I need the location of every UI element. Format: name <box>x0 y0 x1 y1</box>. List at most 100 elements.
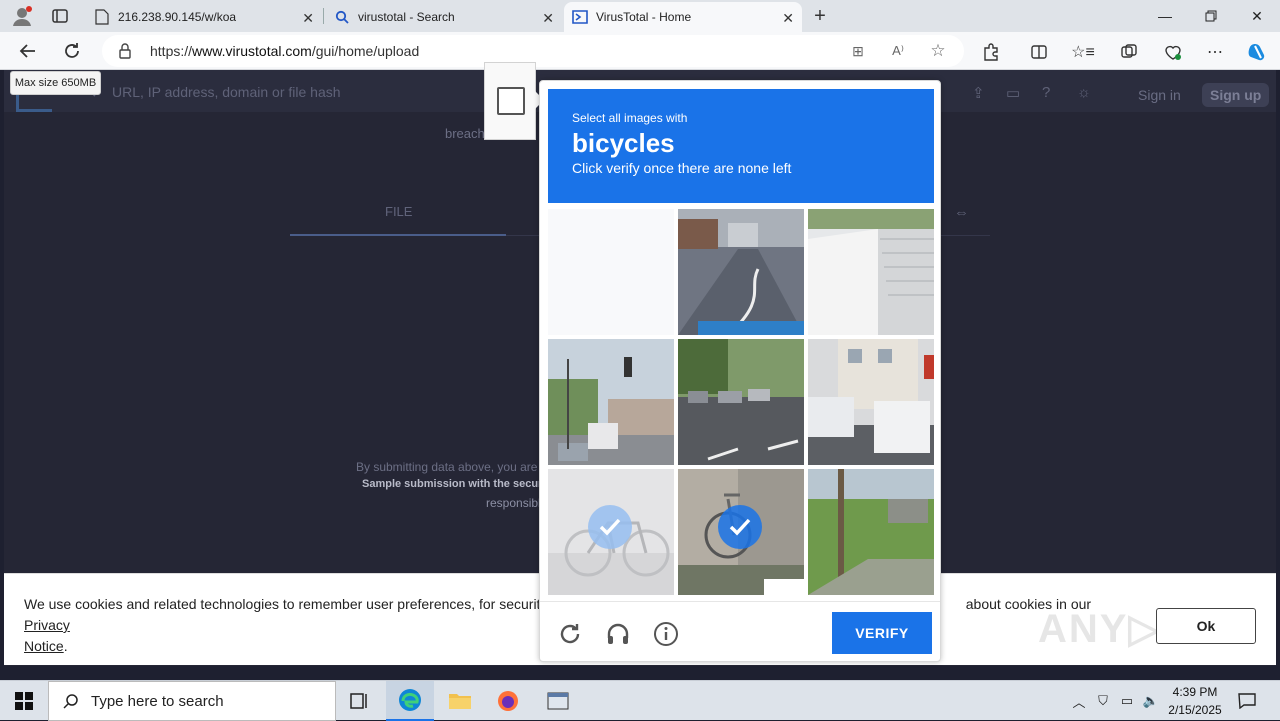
captcha-image-grid <box>548 209 934 595</box>
vt-search-input[interactable]: URL, IP address, domain or file hash <box>64 78 544 106</box>
search-tab-icon[interactable]: ⇔ <box>954 204 969 221</box>
apps-icon[interactable]: ⊞ <box>848 41 868 61</box>
extensions-icon[interactable] <box>980 41 1002 63</box>
more-menu-icon[interactable]: ⋯ <box>1204 41 1226 63</box>
close-window-icon[interactable]: ✕ <box>1234 0 1280 32</box>
captcha-tile[interactable] <box>548 339 674 465</box>
theme-icon[interactable]: ☼ <box>1077 84 1091 101</box>
close-tab-icon[interactable]: ✕ <box>782 10 794 27</box>
browser-essentials-icon[interactable] <box>1162 41 1184 63</box>
captcha-tile[interactable] <box>548 209 674 335</box>
clock[interactable]: 4:39 PM 2/15/2025 <box>1160 683 1230 719</box>
sign-in-link[interactable]: Sign in <box>1138 87 1181 103</box>
selected-check-icon <box>588 505 632 549</box>
max-size-tooltip: Max size 650MB <box>10 71 101 95</box>
network-icon[interactable]: ▭ <box>1118 692 1136 710</box>
lock-icon[interactable] <box>118 43 138 59</box>
selected-check-icon <box>718 505 762 549</box>
tab-file[interactable]: FILE <box>385 204 412 219</box>
captcha-tile-selected[interactable] <box>548 469 674 595</box>
captcha-instruction: Select all images with <box>572 111 688 125</box>
search-icon <box>334 9 350 25</box>
defender-icon[interactable]: ⛉ <box>1094 692 1112 710</box>
info-icon[interactable] <box>652 620 680 648</box>
audio-challenge-icon[interactable] <box>604 620 632 648</box>
notice-link[interactable]: Notice <box>24 638 64 654</box>
refresh-icon[interactable] <box>58 37 86 65</box>
profile-icon[interactable] <box>8 2 36 30</box>
cookie-period: . <box>63 638 68 654</box>
start-button[interactable] <box>0 681 48 721</box>
collections-icon[interactable] <box>1118 41 1140 63</box>
tab-actions-icon[interactable] <box>46 2 74 30</box>
verify-button[interactable]: VERIFY <box>832 612 932 654</box>
browser-tabbar: 216.238.90.145/w/koa ✕ virustotal - Sear… <box>0 0 1280 32</box>
upload-icon[interactable]: ⇪ <box>972 84 985 102</box>
restore-icon[interactable] <box>1188 0 1234 32</box>
url-path: /gui/home/upload <box>311 43 420 59</box>
cookie-text-start: We use cookies and related technologies … <box>24 596 566 612</box>
tab-label: VirusTotal - Home <box>596 10 692 24</box>
tab-separator <box>323 8 324 24</box>
split-screen-icon[interactable] <box>1028 41 1050 63</box>
captcha-checkbox-widget <box>484 62 544 140</box>
terms-bold-text: Sample submission with the secur <box>362 478 543 490</box>
url-text: https://www.virustotal.com/gui/home/uplo… <box>150 43 419 59</box>
terms-text: By submitting data above, you are a <box>356 460 548 474</box>
refresh-challenge-icon[interactable] <box>556 620 584 648</box>
task-view-icon[interactable] <box>336 681 384 721</box>
favorites-icon[interactable]: ☆≡ <box>1071 41 1095 63</box>
windows-taskbar: Type here to search ︿ ⛉ ▭ 🔈 4:39 PM 2/15… <box>0 680 1280 721</box>
url-prefix: https:// <box>150 43 193 59</box>
captcha-tile[interactable] <box>808 469 934 595</box>
tab-virustotal-search[interactable]: virustotal - Search ✕ <box>326 2 562 32</box>
captcha-tile[interactable] <box>808 209 934 335</box>
virustotal-icon <box>572 9 588 25</box>
clock-time: 4:39 PM <box>1172 685 1218 699</box>
taskbar-search-input[interactable]: Type here to search <box>48 681 336 721</box>
tab-label: virustotal - Search <box>358 10 455 24</box>
clock-date: 2/15/2025 <box>1168 703 1222 717</box>
captcha-tile[interactable] <box>678 209 804 335</box>
app-window-icon[interactable] <box>534 681 582 721</box>
favorite-star-icon[interactable]: ☆ <box>928 41 948 61</box>
vt-search-placeholder: URL, IP address, domain or file hash <box>112 84 341 100</box>
taskbar-search-placeholder: Type here to search <box>91 692 224 710</box>
back-icon[interactable] <box>14 37 42 65</box>
terms-responsible-text: responsibl <box>486 496 541 510</box>
url-host: www.virustotal.com <box>192 43 312 59</box>
sign-up-button[interactable]: Sign up <box>1202 83 1270 107</box>
file-explorer-icon[interactable] <box>436 681 484 721</box>
notification-center-icon[interactable] <box>1238 692 1256 710</box>
volume-icon[interactable]: 🔈 <box>1142 692 1160 710</box>
tab-virustotal-home[interactable]: VirusTotal - Home ✕ <box>564 2 802 32</box>
captcha-footer-divider <box>540 601 940 602</box>
minimize-icon[interactable]: — <box>1142 0 1188 32</box>
close-tab-icon[interactable]: ✕ <box>542 10 554 27</box>
captcha-subinstruction: Click verify once there are none left <box>572 160 792 176</box>
captcha-challenge: Select all images with bicycles Click ve… <box>539 80 941 662</box>
firefox-icon[interactable] <box>484 681 532 721</box>
active-tab-underline <box>290 234 506 236</box>
cookie-ok-button[interactable]: Ok <box>1156 608 1256 644</box>
help-icon[interactable]: ? <box>1042 84 1050 101</box>
captcha-tile[interactable] <box>678 339 804 465</box>
search-icon <box>63 693 79 709</box>
captcha-tile-selected[interactable] <box>678 469 804 595</box>
tab-label: 216.238.90.145/w/koa <box>118 10 237 24</box>
notifications-icon[interactable]: ▭ <box>1006 84 1020 102</box>
close-tab-icon[interactable]: ✕ <box>302 10 314 27</box>
tab-koa[interactable]: 216.238.90.145/w/koa ✕ <box>86 2 322 32</box>
new-tab-icon[interactable]: + <box>806 2 834 30</box>
captcha-checkbox[interactable] <box>497 87 525 115</box>
show-hidden-icons[interactable]: ︿ <box>1070 692 1088 710</box>
edge-taskbar-icon[interactable] <box>386 681 434 721</box>
breach-text: breach <box>445 126 485 141</box>
page-icon <box>94 9 110 25</box>
address-toolbar: https://www.virustotal.com/gui/home/uplo… <box>0 32 1280 70</box>
read-aloud-icon[interactable]: A⁾ <box>888 41 908 61</box>
captcha-tile[interactable] <box>808 339 934 465</box>
captcha-prompt: Select all images with bicycles Click ve… <box>548 89 934 203</box>
privacy-link[interactable]: Privacy <box>24 617 70 633</box>
copilot-icon[interactable] <box>1246 41 1268 63</box>
